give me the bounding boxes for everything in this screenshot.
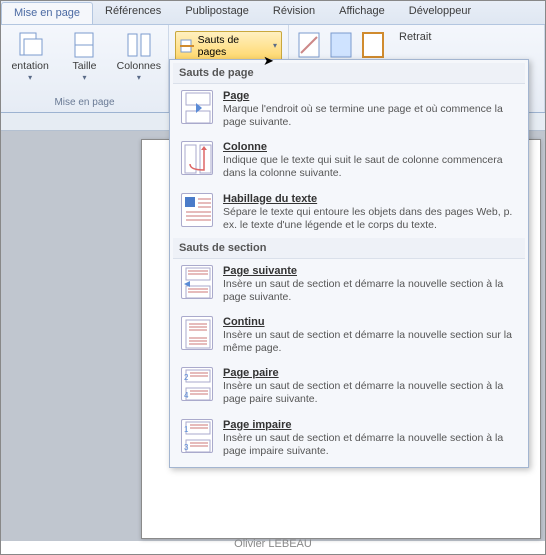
menu-item-title: Page impaire: [223, 419, 517, 431]
credit-text: Olivier LEBEAU: [234, 538, 312, 550]
taille-button[interactable]: Taille ▾: [61, 31, 107, 82]
sauts-de-pages-button[interactable]: Sauts de pages ▾: [175, 31, 282, 61]
odd-page-section-icon: 13: [181, 419, 213, 453]
menu-item-desc: Sépare le texte qui entoure les objets d…: [223, 206, 517, 232]
orientation-icon: [16, 31, 44, 59]
page-borders-button[interactable]: [359, 31, 387, 59]
text-wrap-item-icon: [181, 193, 213, 227]
menu-item-title: Page paire: [223, 367, 517, 379]
chevron-down-icon: ▾: [28, 73, 32, 82]
page-break-item-icon: [181, 90, 213, 124]
page-break-icon: [180, 39, 194, 53]
continuous-section-icon: [181, 316, 213, 350]
tab-publipostage[interactable]: Publipostage: [173, 1, 261, 24]
tab-mise-en-page[interactable]: Mise en page: [1, 2, 93, 24]
menu-item-title: Colonne: [223, 141, 517, 153]
menu-item-desc: Marque l'endroit où se termine une page …: [223, 103, 517, 129]
menu-item-page-suivante[interactable]: Page suivante Insère un saut de section …: [173, 259, 525, 310]
page-size-icon: [70, 31, 98, 59]
ribbon-tabs: Mise en page Références Publipostage Rév…: [1, 1, 545, 25]
page-color-button[interactable]: [327, 31, 355, 59]
menu-item-page[interactable]: Page Marque l'endroit où se termine une …: [173, 84, 525, 135]
chevron-down-icon: ▾: [273, 41, 277, 50]
dropdown-section-sauts-de-section: Sauts de section: [173, 238, 525, 259]
column-break-item-icon: [181, 141, 213, 175]
tab-affichage[interactable]: Affichage: [327, 1, 397, 24]
svg-text:1: 1: [184, 425, 189, 434]
svg-text:2: 2: [184, 373, 189, 382]
chevron-down-icon: ▾: [82, 73, 86, 82]
watermark-icon: [295, 31, 323, 59]
tab-references[interactable]: Références: [93, 1, 173, 24]
menu-item-desc: Indique que le texte qui suit le saut de…: [223, 154, 517, 180]
menu-item-title: Habillage du texte: [223, 193, 517, 205]
menu-item-habillage[interactable]: Habillage du texte Sépare le texte qui e…: [173, 187, 525, 238]
dropdown-section-sauts-de-page: Sauts de page: [173, 63, 525, 84]
sauts-de-pages-dropdown: Sauts de page Page Marque l'endroit où s…: [169, 59, 529, 468]
menu-item-title: Page suivante: [223, 265, 517, 277]
menu-item-title: Continu: [223, 316, 517, 328]
colonnes-button[interactable]: Colonnes ▾: [116, 31, 162, 82]
page-borders-icon: [359, 31, 387, 59]
menu-item-colonne[interactable]: Colonne Indique que le texte qui suit le…: [173, 135, 525, 186]
menu-item-page-impaire[interactable]: 13 Page impaire Insère un saut de sectio…: [173, 413, 525, 464]
orientation-button[interactable]: entation ▾: [7, 31, 53, 82]
chevron-down-icon: ▾: [137, 73, 141, 82]
watermark-button[interactable]: [295, 31, 323, 59]
menu-item-desc: Insère un saut de section et démarre la …: [223, 278, 517, 304]
retrait-label: Retrait: [399, 31, 431, 43]
menu-item-desc: Insère un saut de section et démarre la …: [223, 432, 517, 458]
svg-text:4: 4: [184, 391, 189, 400]
menu-item-desc: Insère un saut de section et démarre la …: [223, 329, 517, 355]
menu-item-continu[interactable]: Continu Insère un saut de section et dém…: [173, 310, 525, 361]
next-page-section-icon: [181, 265, 213, 299]
tab-developpeur[interactable]: Développeur: [397, 1, 483, 24]
columns-icon: [125, 31, 153, 59]
page-color-icon: [327, 31, 355, 59]
tab-revision[interactable]: Révision: [261, 1, 327, 24]
even-page-section-icon: 24: [181, 367, 213, 401]
svg-text:3: 3: [184, 443, 189, 452]
menu-item-desc: Insère un saut de section et démarre la …: [223, 380, 517, 406]
menu-item-page-paire[interactable]: 24 Page paire Insère un saut de section …: [173, 361, 525, 412]
group-label: Mise en page: [7, 97, 162, 110]
menu-item-title: Page: [223, 90, 517, 102]
